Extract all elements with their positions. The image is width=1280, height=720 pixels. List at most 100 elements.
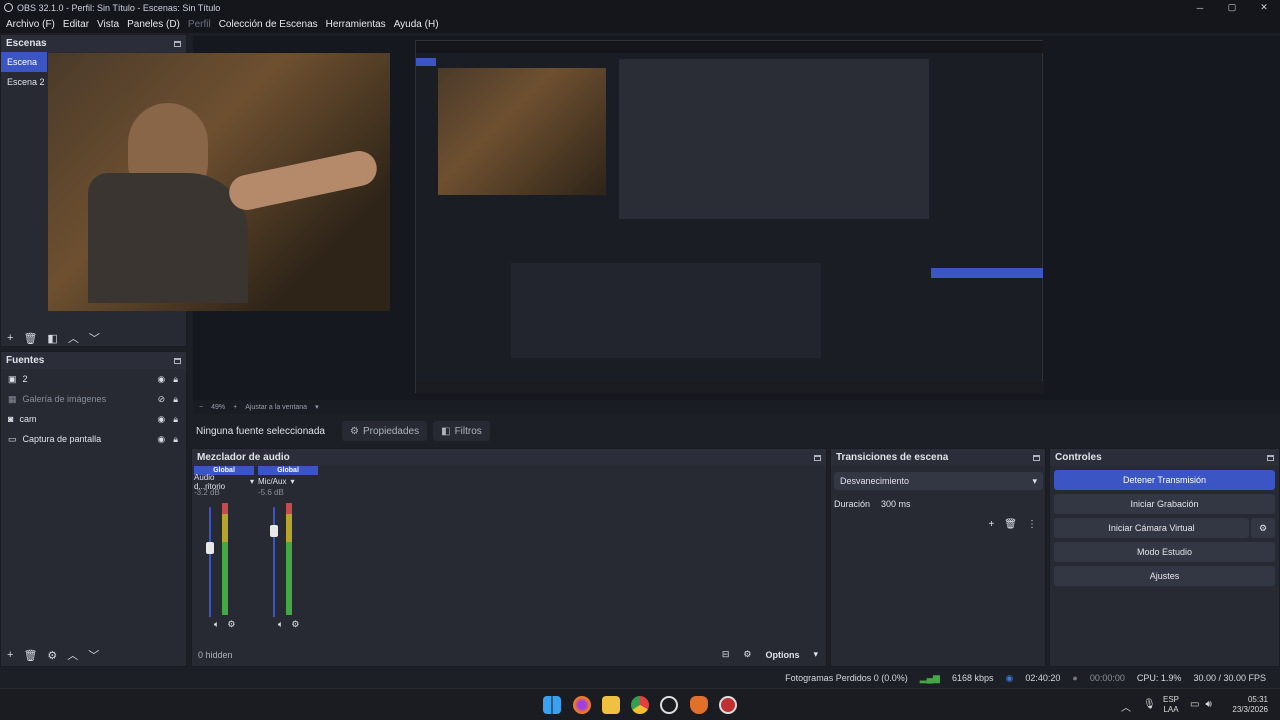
mixer-channel-mic: Global Mic/Aux ▾ -5.6 dB 🔈︎ ⚙ [258, 466, 318, 630]
menu-ayuda[interactable]: Ayuda (H) [390, 19, 443, 30]
windows-start-icon[interactable] [543, 696, 561, 714]
remove-transition-icon[interactable]: 🗑 [1004, 519, 1017, 530]
obs-taskbar-icon[interactable] [660, 696, 678, 714]
undock-icon[interactable] [1033, 454, 1040, 461]
start-recording-button[interactable]: Iniciar Grabación [1054, 494, 1275, 514]
source-properties-gear-icon[interactable]: ⚙ [47, 649, 57, 662]
remove-source-icon[interactable]: 🗑 [23, 649, 37, 662]
level-meter [286, 503, 292, 615]
virtual-camera-gear-icon[interactable]: ⚙ [1251, 518, 1275, 538]
add-source-icon[interactable]: + [7, 649, 13, 661]
maximize-button[interactable]: ▢ [1216, 0, 1248, 15]
zoom-in-button[interactable]: + [233, 404, 237, 411]
close-button[interactable]: ✕ [1248, 0, 1280, 15]
stop-streaming-button[interactable]: Detener Transmisión [1054, 470, 1275, 490]
transitions-dock: Transiciones de escena Desvanecimiento ▾ … [830, 448, 1046, 667]
nested-taskbar [416, 381, 1044, 394]
duration-value: 300 ms [881, 499, 911, 509]
visibility-eye-icon[interactable]: ◉ [157, 434, 165, 445]
lock-icon[interactable]: 🔒︎ [173, 434, 178, 445]
hidden-eye-icon[interactable]: ⊘ [158, 394, 166, 405]
channel-gear-icon[interactable]: ⚙ [227, 619, 235, 630]
source-item[interactable]: ◙ cam ◉ 🔒︎ [1, 409, 186, 429]
clock-date[interactable]: 23/3/2026 [1226, 705, 1268, 715]
chevron-down-icon: ▾ [1032, 475, 1037, 486]
lock-icon[interactable]: 🔒︎ [173, 374, 178, 385]
undock-icon[interactable] [174, 40, 181, 47]
speaker-icon[interactable]: 🔈︎ [214, 619, 219, 630]
scene-filters-icon[interactable]: ◧ [47, 332, 57, 345]
menu-paneles[interactable]: Paneles (D) [123, 19, 184, 30]
mixer-title: Mezclador de audio [197, 452, 290, 463]
keyboard-lang[interactable]: ESP [1163, 695, 1179, 705]
move-down-icon[interactable]: ﹀ [89, 330, 100, 346]
remove-scene-icon[interactable]: 🗑 [23, 332, 37, 345]
transition-value: Desvanecimiento [840, 476, 910, 486]
zoom-bar: − 49% + Ajustar a la ventana ▾ [193, 400, 1280, 414]
undock-icon[interactable] [814, 454, 821, 461]
more-options-icon[interactable]: ⋮ [1027, 519, 1037, 530]
menu-archivo[interactable]: Archivo (F) [2, 19, 59, 30]
move-up-icon[interactable]: ︿ [67, 647, 78, 663]
menu-editar[interactable]: Editar [59, 19, 93, 30]
undock-icon[interactable] [174, 357, 181, 364]
visibility-eye-icon[interactable]: ◉ [157, 374, 165, 385]
network-icon[interactable]: ▭ [1190, 699, 1199, 710]
nested-screen-capture [415, 40, 1044, 394]
source-label: Galería de imágenes [22, 394, 107, 404]
preview-canvas[interactable] [48, 36, 1280, 400]
menu-perfil[interactable]: Perfil [184, 19, 215, 30]
move-down-icon[interactable]: ﹀ [88, 647, 99, 663]
menu-coleccion-escenas[interactable]: Colección de Escenas [215, 19, 322, 30]
volume-slider-thumb[interactable] [270, 525, 278, 538]
scene-item-escena[interactable]: Escena [1, 52, 47, 72]
options-button[interactable]: Options [765, 650, 799, 660]
channel-menu-icon[interactable]: ▾ [290, 477, 294, 486]
add-transition-icon[interactable]: + [988, 519, 994, 530]
speaker-icon[interactable]: 🔈︎ [278, 619, 283, 630]
source-item[interactable]: ▭ Captura de pantalla ◉ 🔒︎ [1, 429, 186, 449]
volume-slider-track[interactable] [209, 507, 211, 617]
chevron-down-icon[interactable]: ▾ [315, 403, 319, 411]
lock-icon[interactable]: 🔒︎ [173, 394, 178, 405]
recording-app-icon[interactable] [719, 696, 737, 714]
layout-icon[interactable]: ⊟ [722, 649, 730, 660]
obs-logo-icon [4, 3, 13, 12]
brave-icon[interactable] [690, 696, 708, 714]
visibility-eye-icon[interactable]: ◉ [157, 414, 165, 425]
fit-to-window-select[interactable]: Ajustar a la ventana [245, 404, 307, 411]
add-scene-icon[interactable]: + [7, 332, 13, 344]
mixer-settings-icon[interactable]: ⚙ [743, 649, 751, 660]
lock-icon[interactable]: 🔒︎ [173, 414, 178, 425]
clock-time[interactable]: 05:31 [1226, 695, 1268, 705]
firefox-icon[interactable] [573, 696, 591, 714]
chevron-down-icon[interactable]: ▾ [813, 649, 818, 660]
volume-slider-thumb[interactable] [206, 541, 214, 554]
undock-icon[interactable] [1267, 454, 1274, 461]
transition-select[interactable]: Desvanecimiento ▾ [834, 472, 1043, 490]
volume-icon[interactable]: 🔊︎ [1205, 699, 1211, 710]
menu-vista[interactable]: Vista [93, 19, 123, 30]
keyboard-layout[interactable]: LAA [1163, 705, 1179, 715]
source-item[interactable]: ▦ Galería de imágenes ⊘ 🔒︎ [1, 389, 186, 409]
channel-gear-icon[interactable]: ⚙ [291, 619, 299, 630]
duration-field[interactable]: 300 ms [877, 495, 1043, 513]
duration-label: Duración [834, 499, 871, 509]
volume-slider-track[interactable] [273, 507, 275, 617]
microphone-icon[interactable]: 🎙︎ [1143, 699, 1156, 714]
chrome-icon[interactable] [631, 696, 649, 714]
menu-herramientas[interactable]: Herramientas [322, 19, 390, 30]
studio-mode-button[interactable]: Modo Estudio [1054, 542, 1275, 562]
start-virtual-camera-button[interactable]: Iniciar Cámara Virtual [1054, 518, 1249, 538]
tray-chevron-up-icon[interactable]: ︿ [1121, 699, 1131, 714]
source-item[interactable]: ▣ 2 ◉ 🔒︎ [1, 369, 186, 389]
filters-button[interactable]: ◧ Filtros [433, 421, 490, 441]
file-explorer-icon[interactable] [602, 696, 620, 714]
sources-toolbar: + 🗑 ⚙ ︿ ﹀ [1, 646, 99, 664]
settings-button[interactable]: Ajustes [1054, 566, 1275, 586]
minimize-button[interactable]: ─ [1184, 0, 1216, 15]
properties-button[interactable]: ⚙ Propiedades [342, 421, 428, 441]
move-up-icon[interactable]: ︿ [68, 330, 79, 346]
zoom-out-button[interactable]: − [199, 404, 203, 411]
channel-menu-icon[interactable]: ▾ [250, 477, 254, 486]
